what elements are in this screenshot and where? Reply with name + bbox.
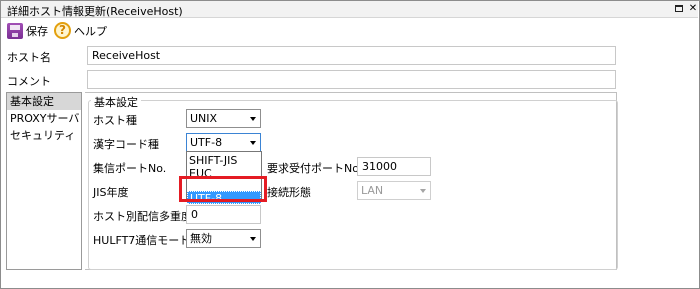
save-icon	[7, 22, 23, 39]
help-icon: ?	[54, 22, 71, 39]
request-port-input[interactable]: 31000	[357, 157, 431, 176]
window-title: 詳細ホスト情報更新(ReceiveHost)	[7, 5, 183, 18]
group-title: 基本設定	[91, 94, 141, 110]
connection-value: LAN	[361, 184, 384, 197]
multiplex-label: ホスト別配信多重度	[93, 210, 192, 223]
host-type-select[interactable]: UNIX	[186, 109, 261, 128]
chevron-down-icon	[250, 117, 256, 121]
chevron-down-icon	[250, 141, 256, 145]
charset-value: UTF-8	[190, 136, 223, 149]
connection-label: 接続形態	[267, 186, 311, 199]
nav-item-proxy-server[interactable]: PROXYサーバ	[7, 110, 81, 127]
jis-year-label: JIS年度	[93, 186, 129, 199]
request-port-label: 要求受付ポートNo.	[267, 162, 363, 175]
dropdown-option-shift-jis[interactable]: SHIFT-JIS	[187, 154, 261, 167]
host-type-label: ホスト種	[93, 114, 137, 127]
close-icon[interactable]: ✕	[687, 2, 699, 15]
chevron-down-icon	[420, 189, 426, 193]
host-name-input[interactable]: ReceiveHost	[87, 46, 616, 65]
comment-label: コメント	[7, 75, 51, 88]
host-type-value: UNIX	[190, 112, 218, 125]
dropdown-option-euc[interactable]: EUC	[187, 167, 261, 176]
title-bar: 詳細ホスト情報更新(ReceiveHost) ✕	[1, 1, 698, 18]
collect-port-label: 集信ポートNo.	[93, 162, 167, 175]
nav-item-basic-settings[interactable]: 基本設定	[7, 93, 81, 110]
help-button[interactable]: ? ヘルプ	[54, 21, 107, 40]
toolbar: 保存 ? ヘルプ	[1, 19, 698, 43]
save-label: 保存	[26, 24, 48, 38]
multiplex-input[interactable]: 0	[186, 205, 261, 224]
settings-nav: 基本設定 PROXYサーバ セキュリティ	[6, 92, 82, 270]
nav-item-security[interactable]: セキュリティ	[7, 127, 81, 144]
help-label: ヘルプ	[74, 24, 107, 38]
highlight-callout-box	[179, 176, 267, 202]
comment-input[interactable]	[87, 70, 616, 89]
save-button[interactable]: 保存	[7, 21, 48, 40]
host-name-label: ホスト名	[7, 51, 51, 64]
hulft7-mode-value: 無効	[190, 232, 212, 245]
hulft7-mode-select[interactable]: 無効	[186, 229, 261, 248]
connection-select: LAN	[357, 181, 431, 200]
hulft7-mode-label: HULFT7通信モード	[93, 234, 191, 247]
chevron-down-icon	[250, 237, 256, 241]
charset-label: 漢字コード種	[93, 138, 159, 151]
charset-select[interactable]: UTF-8	[186, 133, 261, 152]
maximize-icon[interactable]	[673, 2, 685, 15]
